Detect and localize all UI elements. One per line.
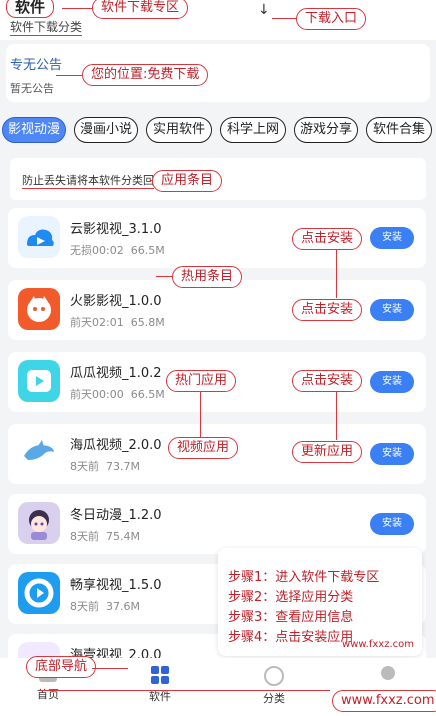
notice-text: 暂无公告 bbox=[10, 82, 54, 95]
page-subtitle: 软件下载分类 bbox=[10, 20, 83, 36]
app-name: 海瓜视频_2.0.0 bbox=[70, 438, 162, 453]
update-tag: 更新应用 bbox=[292, 441, 363, 463]
arrow bbox=[336, 392, 338, 440]
app-name: 畅享视视_1.5.0 bbox=[70, 578, 162, 593]
app-name: 云影视视_3.1.0 bbox=[70, 222, 162, 237]
tab-games[interactable]: 游戏分享 bbox=[294, 117, 358, 143]
cloud-video-icon bbox=[18, 216, 60, 258]
page-title: 软件 bbox=[6, 0, 55, 18]
banner-text: 防止丢失请将本软件分类回 bbox=[22, 174, 154, 189]
app-meta: 前天00:00 66.5M bbox=[70, 388, 165, 401]
step-4: 步骤4：点击安装应用 bbox=[228, 630, 354, 645]
arrow bbox=[62, 8, 92, 10]
app-name: 瓜瓜视频_1.0.2 bbox=[70, 366, 162, 381]
app-meta: 无损00:02 66.5M bbox=[70, 244, 165, 257]
click-install-tag: 点击安装 bbox=[292, 299, 363, 321]
site-tag: www.fxxz.com bbox=[332, 690, 436, 712]
notice-card bbox=[6, 44, 430, 102]
bottom-nav-tag: 底部导航 bbox=[26, 656, 97, 678]
tab-comics[interactable]: 漫画小说 bbox=[74, 117, 138, 143]
app-name: 冬日动漫_1.2.0 bbox=[70, 508, 162, 523]
list-item[interactable]: 火影影视_1.0.0 前天02:01 65.8M 安装 bbox=[8, 280, 426, 340]
dolphin-icon bbox=[18, 432, 60, 474]
fox-icon bbox=[18, 288, 60, 330]
arrow bbox=[336, 250, 338, 298]
location-tag: 您的位置:免费下载 bbox=[82, 64, 209, 86]
tab-film-anime[interactable]: 影视动漫 bbox=[2, 117, 66, 143]
notice-title: 专无公告 bbox=[10, 58, 63, 73]
category-icon bbox=[264, 666, 284, 686]
list-item[interactable]: 冬日动漫_1.2.0 8天前 75.4M 安装 bbox=[8, 494, 426, 554]
circle-play-icon bbox=[18, 572, 60, 614]
hot-apps-tag: 热门应用 bbox=[166, 370, 237, 392]
steps-panel: 步骤1：进入软件下载专区 步骤2：选择应用分类 步骤3：查看应用信息 步骤4：点… bbox=[218, 548, 422, 656]
arrow bbox=[40, 690, 330, 692]
install-button[interactable]: 安装 bbox=[370, 443, 414, 465]
site-watermark: www.fxxz.com bbox=[342, 639, 414, 650]
download-icon[interactable]: ↓ bbox=[258, 2, 270, 18]
step-3: 步骤3：查看应用信息 bbox=[228, 610, 354, 625]
grid-icon bbox=[151, 666, 169, 684]
install-button[interactable]: 安装 bbox=[370, 299, 414, 321]
nav-profile[interactable] bbox=[358, 666, 418, 680]
nav-label: 分类 bbox=[263, 692, 285, 705]
hot-items-tag: 热用条目 bbox=[172, 266, 243, 288]
nav-category[interactable]: 分类 bbox=[244, 666, 304, 706]
app-meta: 8天前 75.4M bbox=[70, 530, 140, 543]
download-tag: 下载入口 bbox=[296, 8, 367, 30]
app-item-tag: 应用条目 bbox=[152, 170, 223, 192]
install-button[interactable]: 安装 bbox=[370, 513, 414, 535]
tab-utility[interactable]: 实用软件 bbox=[146, 117, 212, 143]
arrow bbox=[200, 392, 202, 440]
tab-vpn[interactable]: 科学上网 bbox=[220, 117, 286, 143]
play-square-icon bbox=[18, 360, 60, 402]
install-button[interactable]: 安装 bbox=[370, 371, 414, 393]
step-2: 步骤2：选择应用分类 bbox=[228, 590, 354, 605]
tab-collections[interactable]: 软件合集 bbox=[366, 117, 432, 143]
video-apps-tag: 视频应用 bbox=[168, 437, 239, 459]
click-install-tag: 点击安装 bbox=[292, 228, 363, 250]
app-name: 火影影视_1.0.0 bbox=[70, 294, 162, 309]
arrow bbox=[272, 18, 296, 20]
arrow bbox=[92, 668, 128, 670]
nav-label: 首页 bbox=[37, 688, 59, 701]
category-tabs: 影视动漫 漫画小说 实用软件 科学上网 游戏分享 软件合集 bbox=[0, 112, 436, 148]
install-button[interactable]: 安装 bbox=[370, 227, 414, 249]
app-meta: 8天前 37.6M bbox=[70, 600, 140, 613]
step-1: 步骤1：进入软件下载专区 bbox=[228, 570, 380, 585]
arrow bbox=[56, 75, 82, 77]
user-icon bbox=[381, 666, 395, 680]
list-item[interactable]: 云影视视_3.1.0 无损00:02 66.5M 安装 bbox=[8, 208, 426, 268]
title-tag: 软件下载专区 bbox=[92, 0, 189, 19]
nav-software[interactable]: 软件 bbox=[130, 666, 190, 704]
click-install-tag: 点击安装 bbox=[292, 370, 363, 392]
app-meta: 前天02:01 65.8M bbox=[70, 316, 165, 329]
app-meta: 8天前 73.7M bbox=[70, 460, 140, 473]
anime-girl-icon bbox=[18, 502, 60, 544]
